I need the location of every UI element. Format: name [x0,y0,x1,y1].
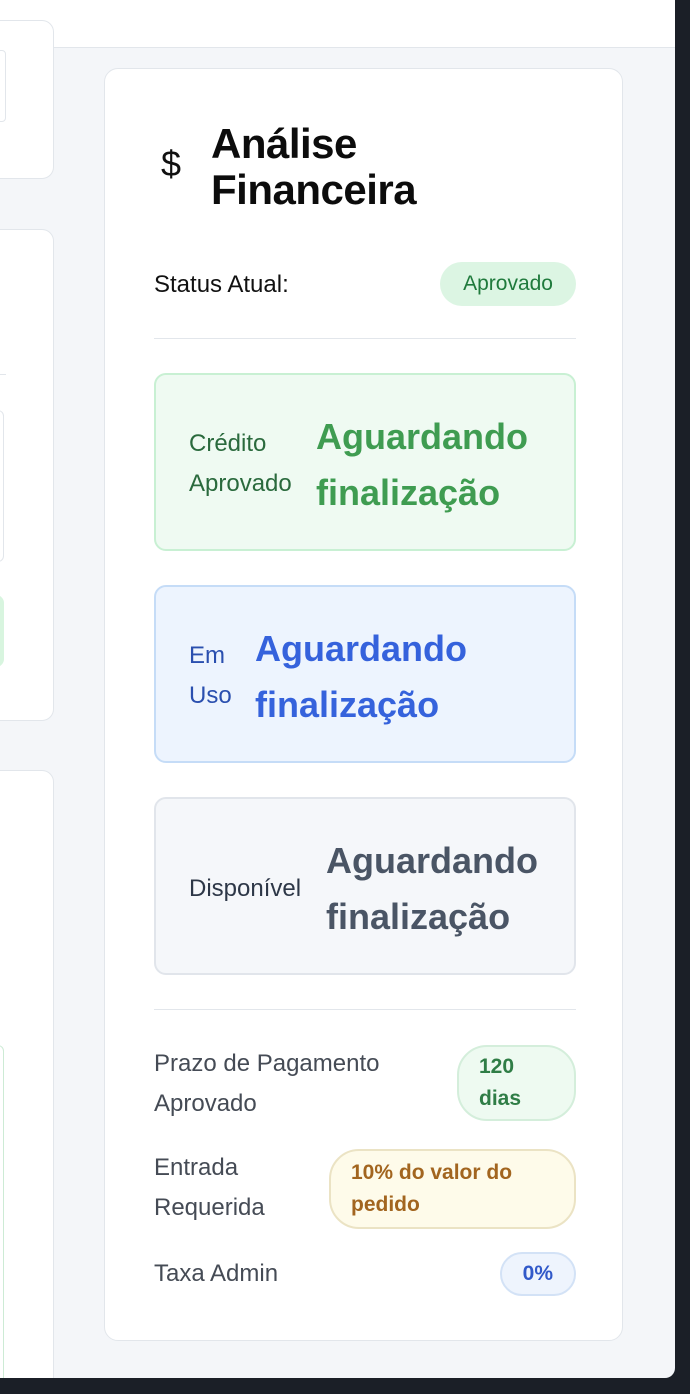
metric-value: Aguardando finalização [255,628,467,725]
status-badge: Aprovado [440,262,576,306]
divider [154,338,576,339]
metric-credit-approved: Crédito Aprovado Aguardando finalização [154,373,576,551]
metric-value: Aguardando finalização [326,840,538,937]
info-label: Taxa Admin [154,1260,279,1287]
down-payment-badge: 10% do valor do pedido [329,1149,576,1229]
financial-analysis-card: $ Análise Financeira Status Atual: Aprov… [104,68,623,1341]
left-card-1-field[interactable] [0,50,6,122]
metric-value: Aguardando finalização [316,416,528,513]
info-row-down-payment: Entrada Requerida 10% do valor do pedido [154,1148,576,1238]
top-bar [0,0,675,48]
payment-term-badge: 120 dias [457,1045,576,1121]
info-row-admin-fee: Taxa Admin 0% [154,1252,576,1296]
metric-label: Em Uso [189,642,232,709]
info-label: Entrada Requerida [154,1154,265,1221]
app-viewport: $ Análise Financeira Status Atual: Aprov… [0,0,675,1378]
divider [154,1009,576,1010]
card-title: Análise Financeira [211,120,417,213]
left-card-1 [0,20,54,179]
status-label: Status Atual: [154,271,289,298]
admin-fee-badge: 0% [499,1252,576,1296]
left-card-2-button[interactable] [0,595,4,667]
info-row-payment-term: Prazo de Pagamento Aprovado 120 dias [154,1044,576,1134]
left-card-2-box[interactable] [0,410,4,562]
info-label: Prazo de Pagamento Aprovado [154,1050,380,1117]
metric-label: Disponível [189,875,302,902]
left-card-3 [0,770,54,1378]
dollar-icon: $ [161,143,182,184]
left-card-2-divider [0,374,6,375]
left-card-3-box [0,1045,4,1378]
left-card-2 [0,229,54,721]
metric-available: Disponível Aguardando finalização [154,797,576,975]
status-row: Status Atual: Aprovado [154,262,576,306]
metric-in-use: Em Uso Aguardando finalização [154,585,576,763]
metric-label: Crédito Aprovado [189,430,292,497]
card-header: $ Análise Financeira [161,121,471,213]
